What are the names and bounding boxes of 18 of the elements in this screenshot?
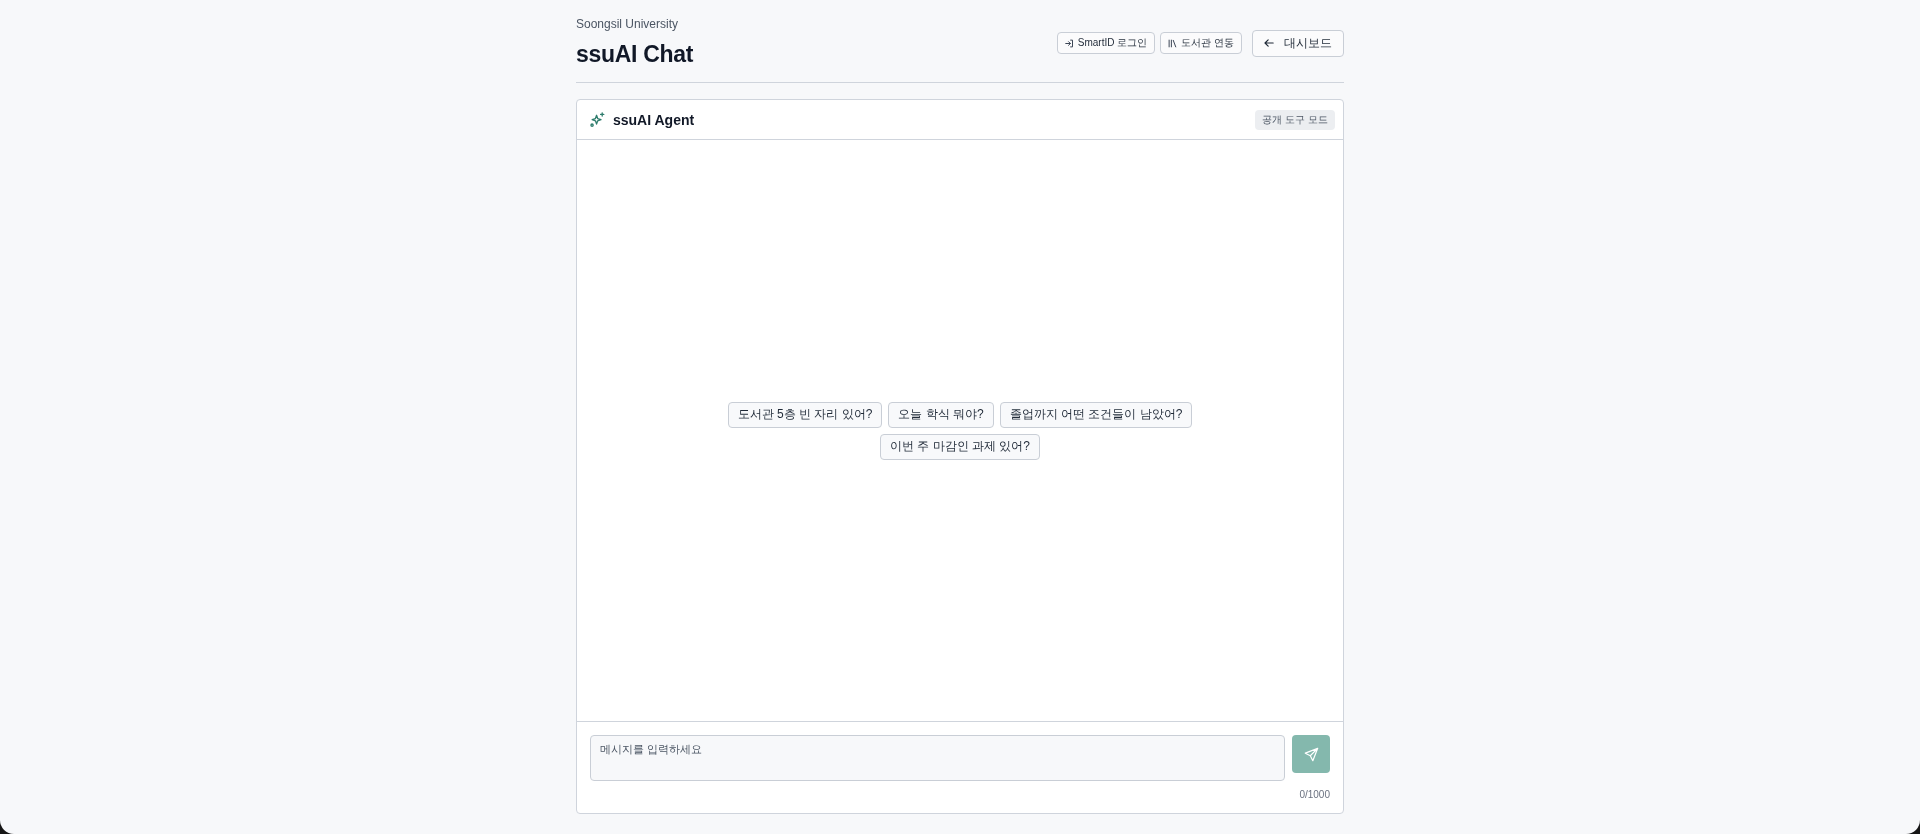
suggestion-chip[interactable]: 오늘 학식 뭐야?: [888, 401, 994, 428]
message-input[interactable]: 메시지를 입력하세요: [590, 735, 1285, 781]
books-icon: [1168, 38, 1178, 48]
send-icon: [1303, 746, 1319, 762]
university-name: Soongsil University: [576, 16, 680, 32]
suggestion-chip[interactable]: 졸업까지 어떤 조건들이 남았어?: [999, 401, 1193, 428]
character-counter: 0/1000: [1299, 789, 1330, 800]
library-button[interactable]: 도서관 연동: [1160, 32, 1242, 54]
page-title: ssuAI Chat: [576, 40, 694, 69]
sign-in-icon: [1064, 38, 1074, 48]
login-button[interactable]: SmartID 로그인: [1056, 32, 1156, 54]
suggestion-chip[interactable]: 이번 주 마감인 과제 있어?: [880, 433, 1040, 460]
agent-name: ssuAI Agent: [613, 111, 695, 128]
arrow-left-icon: [1264, 38, 1274, 48]
suggestion-chip[interactable]: 도서관 5층 빈 자리 있어?: [727, 401, 883, 428]
dashboard-button[interactable]: 대시보드: [1252, 29, 1344, 57]
sparkles-icon: [590, 112, 605, 127]
mode-badge: 공개 도구 모드: [1255, 109, 1335, 130]
